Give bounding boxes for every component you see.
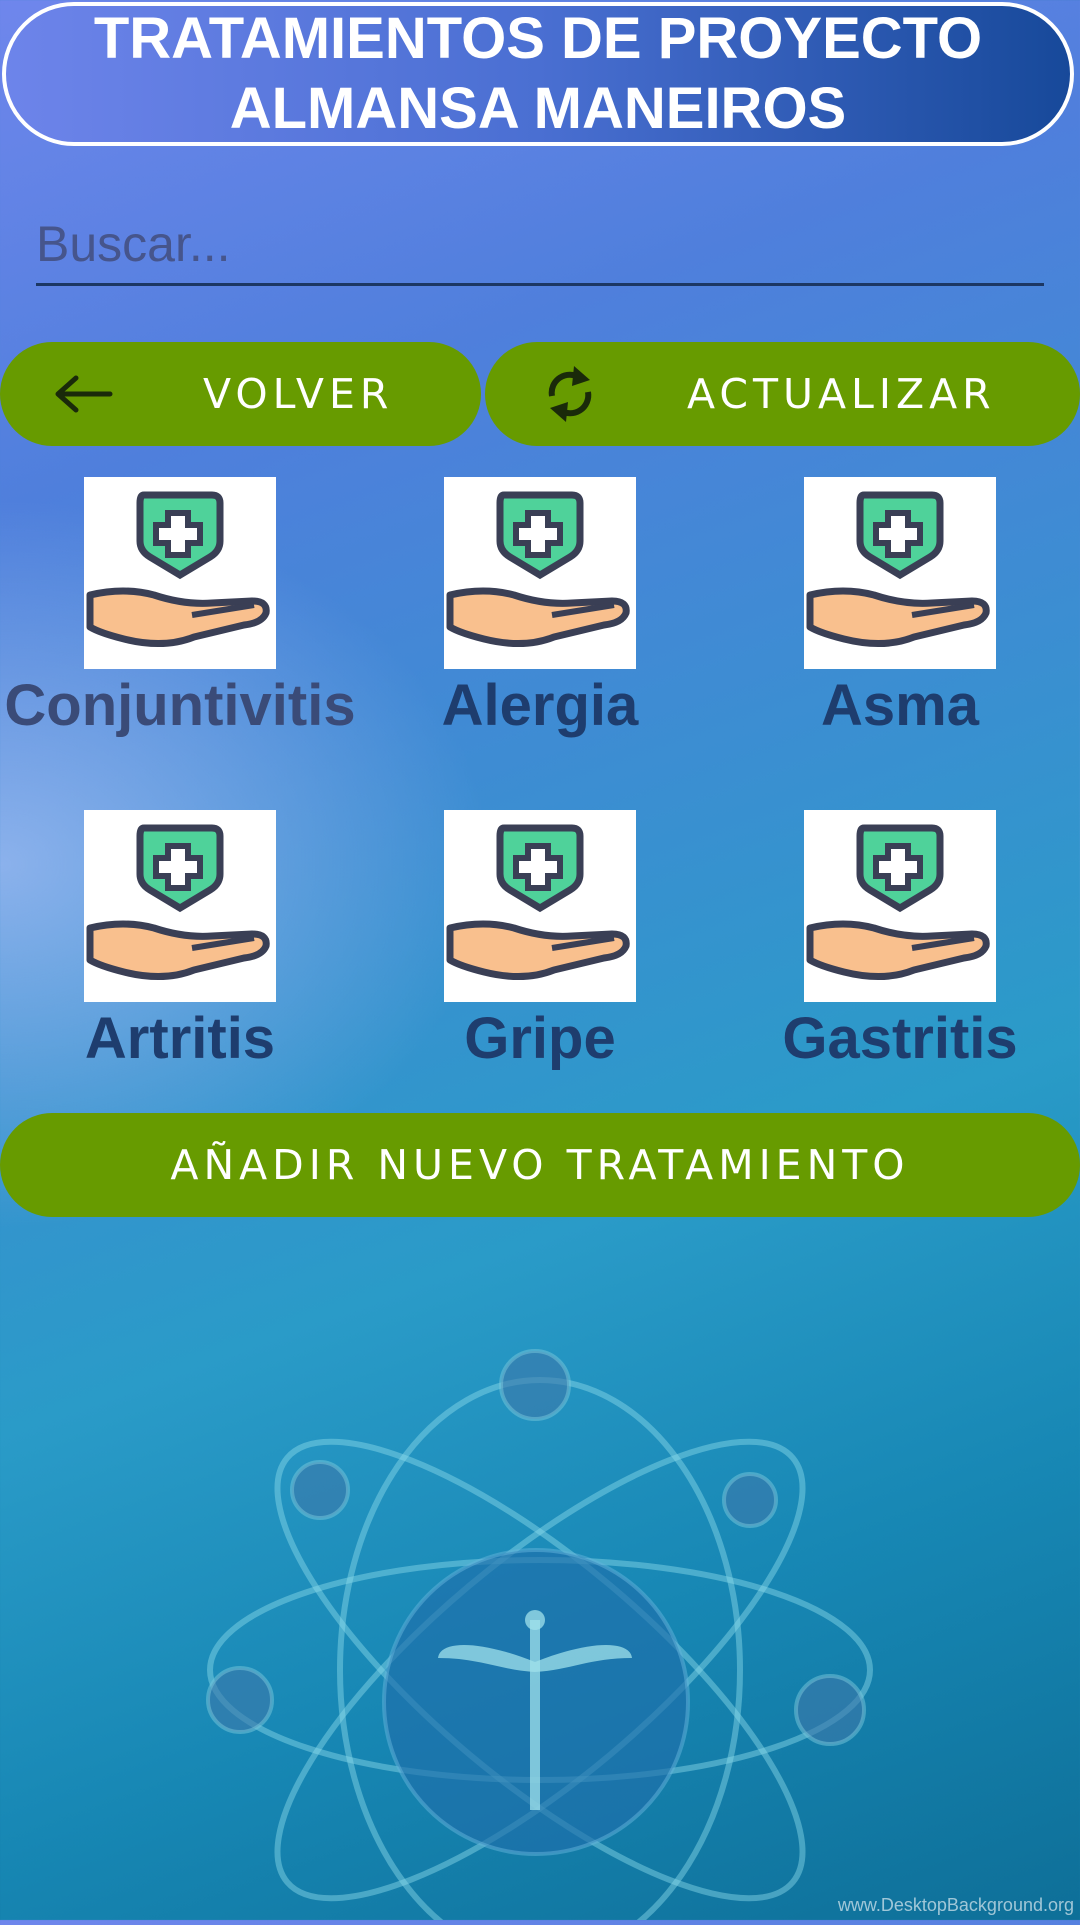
treatment-card[interactable]: Gripe xyxy=(360,810,720,1120)
treatment-name: Asma xyxy=(821,673,979,738)
treatment-hand-shield-icon xyxy=(86,491,270,648)
treatment-hand-shield-icon xyxy=(86,824,270,981)
treatment-hand-shield-icon xyxy=(806,491,990,648)
refresh-button[interactable]: ACTUALIZAR xyxy=(485,342,1080,446)
refresh-button-label: ACTUALIZAR xyxy=(687,370,996,418)
treatment-card[interactable]: Alergia xyxy=(360,477,720,787)
refresh-icon xyxy=(540,362,600,436)
treatment-hand-shield-icon xyxy=(446,824,630,981)
treatment-name: Conjuntivitis xyxy=(4,673,356,738)
watermark: www.DesktopBackground.org xyxy=(837,1895,1074,1915)
treatment-card[interactable]: Gastritis xyxy=(720,810,1080,1120)
treatment-name: Gripe xyxy=(464,1006,616,1071)
treatment-image xyxy=(804,810,996,1002)
treatment-image xyxy=(444,810,636,1002)
treatment-image xyxy=(84,477,276,669)
treatment-card[interactable]: Asma xyxy=(720,477,1080,787)
arrow-left-icon xyxy=(52,370,116,428)
page-title: TRATAMIENTOS DE PROYECTO ALMANSA MANEIRO… xyxy=(2,2,1074,146)
treatment-image xyxy=(444,477,636,669)
back-button-label: VOLVER xyxy=(203,370,394,418)
add-treatment-button[interactable]: AÑADIR NUEVO TRATAMIENTO xyxy=(0,1113,1080,1217)
treatment-name: Gastritis xyxy=(782,1006,1018,1071)
treatment-name: Artritis xyxy=(84,1006,276,1071)
treatment-card[interactable]: Conjuntivitis xyxy=(0,477,360,787)
treatment-name: Alergia xyxy=(441,673,639,738)
back-button[interactable]: VOLVER xyxy=(0,342,481,446)
treatment-image xyxy=(84,810,276,1002)
title-line-1: TRATAMIENTOS DE PROYECTO xyxy=(93,6,983,71)
background-atom-illustration xyxy=(180,1340,900,1925)
treatment-hand-shield-icon xyxy=(446,491,630,648)
search-input[interactable] xyxy=(36,204,1044,286)
treatment-card[interactable]: Artritis xyxy=(0,810,360,1120)
treatment-hand-shield-icon xyxy=(806,824,990,981)
add-treatment-button-label: AÑADIR NUEVO TRATAMIENTO xyxy=(170,1141,910,1189)
treatment-image xyxy=(804,477,996,669)
title-line-2: ALMANSA MANEIROS xyxy=(229,76,847,141)
